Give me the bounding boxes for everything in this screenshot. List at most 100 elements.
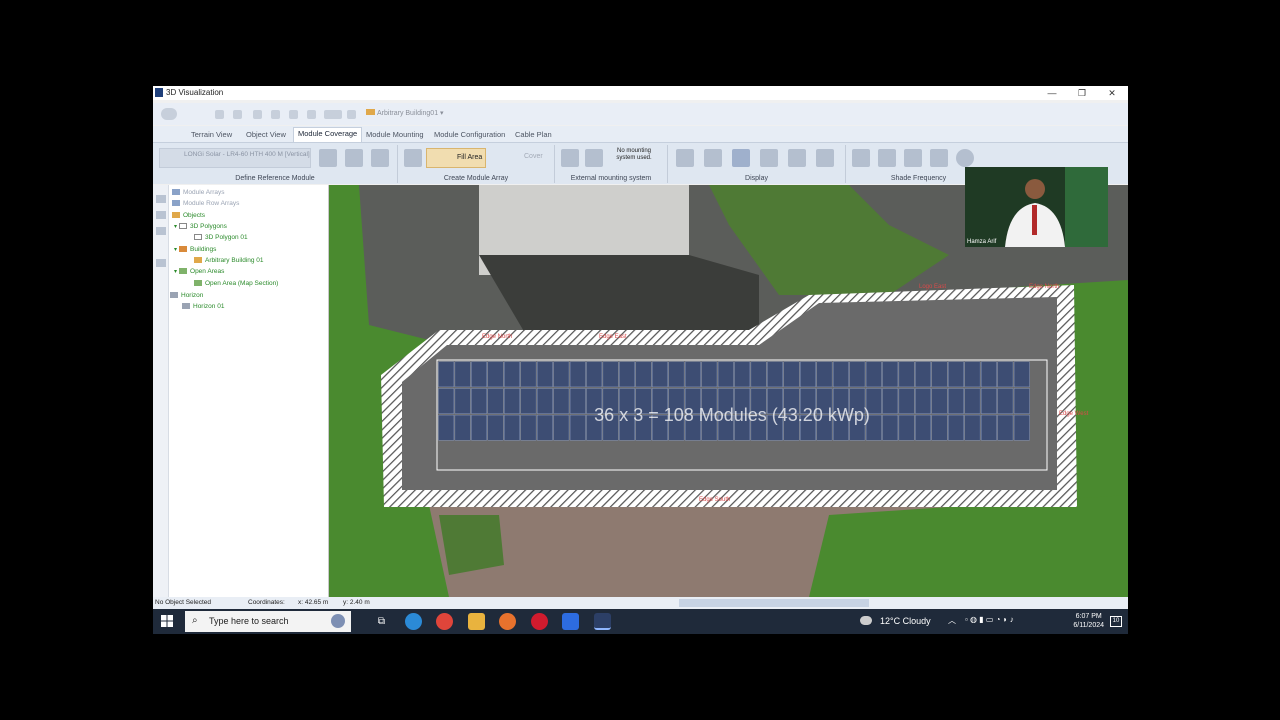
shade-icon-4[interactable] [930,149,948,167]
pv-module[interactable] [997,388,1014,414]
file-explorer-icon[interactable] [468,613,485,630]
tree-item-buildings[interactable]: ▾ Buildings [174,245,216,255]
horizontal-scrollbar[interactable] [679,599,869,607]
notification-center-icon[interactable]: 10 [1110,616,1122,627]
tree-item-open-areas[interactable]: ▾ Open Areas [174,267,224,277]
pv-module[interactable] [948,388,964,414]
pv-module[interactable] [652,361,668,388]
pv-module[interactable] [454,414,471,441]
pv-module[interactable] [438,414,455,441]
pv-module[interactable] [964,388,981,414]
pv-module[interactable] [487,361,504,388]
pv-module[interactable] [520,361,537,388]
pv-module[interactable] [898,414,915,441]
pv-module[interactable] [520,414,537,441]
pv-module[interactable] [471,414,487,441]
pv-module[interactable] [553,388,570,414]
mounting-add-icon[interactable] [561,149,579,167]
windows-start-icon[interactable] [161,615,173,627]
strip-icon-1[interactable] [156,195,166,203]
cover-button[interactable]: Cover [494,148,543,168]
cortana-icon[interactable] [331,614,345,628]
pv-module[interactable] [471,388,487,414]
pv-module[interactable] [931,388,948,414]
expand-icon[interactable]: ▾ [174,269,177,275]
tree-item-horizon-01[interactable]: Horizon 01 [182,302,224,312]
chrome-icon[interactable] [436,613,453,630]
copy-icon[interactable] [307,110,316,119]
tab-object-view[interactable]: Object View [242,129,290,140]
tree-item-open-area-map-section[interactable]: Open Area (Map Section) [194,279,278,289]
tree-item-3d-polygons[interactable]: ▾ 3D Polygons [174,222,227,232]
tab-cable-plan[interactable]: Cable Plan [511,129,556,140]
shade-icon-3[interactable] [904,149,922,167]
task-view-icon[interactable]: ⧉ [373,613,390,630]
pv-module[interactable] [471,361,487,388]
reference-module-select[interactable]: LONGi Solar - LR4-60 HTH 400 M [Vertical… [159,148,311,168]
pv-module[interactable] [915,414,932,441]
info-icon[interactable] [215,110,224,119]
pv-module[interactable] [454,388,471,414]
tab-terrain-view[interactable]: Terrain View [187,129,236,140]
pv-module[interactable] [487,414,504,441]
pv-module[interactable] [750,361,767,388]
tab-module-coverage[interactable]: Module Coverage [293,127,363,142]
tray-icons[interactable]: ▫ ◍ ▮ ▭ ◔ ◗ ♪ [965,615,1014,624]
module-rotate-icon[interactable] [371,149,389,167]
pv-module[interactable] [569,414,586,441]
pv-module[interactable] [602,361,619,388]
pv-module[interactable] [536,414,553,441]
pv-module[interactable] [964,361,981,388]
pv-module[interactable] [997,414,1014,441]
pv-module[interactable] [701,361,718,388]
tree-item-module-arrays[interactable]: Module Arrays [172,188,225,198]
display-layout-icon[interactable] [816,149,834,167]
shade-icon-2[interactable] [878,149,896,167]
tools-icon[interactable] [289,110,298,119]
save-icon[interactable] [233,110,242,119]
pv-module[interactable] [619,361,635,388]
strip-icon-3[interactable] [156,227,166,235]
pv-module[interactable] [1013,388,1030,414]
tab-module-mounting[interactable]: Module Mounting [362,129,428,140]
maximize-button[interactable]: ❐ [1067,86,1097,100]
module-icon[interactable] [319,149,337,167]
pv-module[interactable] [553,361,570,388]
pv-module[interactable] [783,361,800,388]
pv-module[interactable] [882,361,899,388]
mounting-edit-icon[interactable] [585,149,603,167]
pv-module[interactable] [569,361,586,388]
pv-module[interactable] [981,361,997,388]
pv-module[interactable] [536,388,553,414]
weather-status[interactable]: 12°C Cloudy [880,616,931,626]
tree-item-arbitrary-building-01[interactable]: Arbitrary Building 01 [194,256,264,266]
pv-module[interactable] [915,388,932,414]
pv-module[interactable] [997,361,1014,388]
display-tilt-icon[interactable] [788,149,806,167]
strip-icon-2[interactable] [156,211,166,219]
pv-module[interactable] [536,361,553,388]
tree-item-objects[interactable]: Objects [172,211,205,221]
pv-module[interactable] [438,388,455,414]
close-button[interactable]: ✕ [1097,86,1127,100]
pv-module[interactable] [553,414,570,441]
display-selected-icon[interactable] [732,149,750,167]
expand-icon[interactable]: ▾ [174,247,177,253]
pv-module[interactable] [635,361,652,388]
pv-module[interactable] [849,361,866,388]
pv-module[interactable] [586,361,603,388]
pv-module[interactable] [948,361,964,388]
pv-module[interactable] [438,361,455,388]
taskbar-search-input[interactable]: ⌕ Type here to search [185,611,351,632]
pv-module[interactable] [816,361,833,388]
pv-module[interactable] [685,361,701,388]
pv-module[interactable] [767,361,783,388]
pv-module[interactable] [882,414,899,441]
firefox-icon[interactable] [499,613,516,630]
edge-browser-icon[interactable] [405,613,422,630]
app-menu-icon[interactable] [161,108,177,120]
pv-module[interactable] [1013,414,1030,441]
pv-module[interactable] [865,361,882,388]
pv-module[interactable] [487,388,504,414]
strip-icon-4[interactable] [156,259,166,267]
